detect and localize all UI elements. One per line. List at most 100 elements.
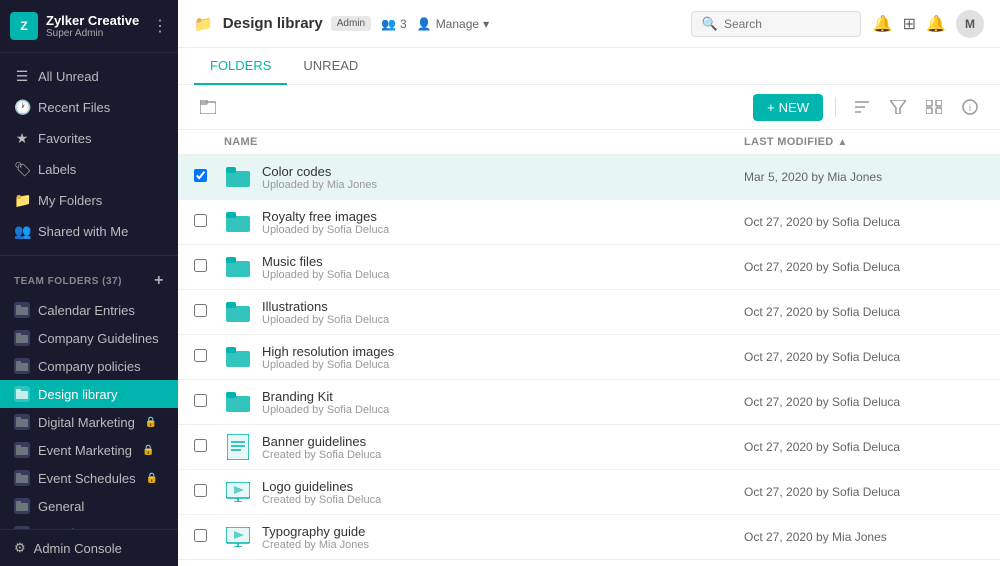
- team-folders-header: TEAM FOLDERS (37) +: [0, 266, 178, 296]
- folder-icon: [14, 330, 30, 346]
- modified-cell: Mar 5, 2020 by Mia Jones: [744, 170, 984, 184]
- file-sub: Created by Mia Jones: [262, 539, 369, 551]
- modified-cell: Oct 27, 2020 by Sofia Deluca: [744, 485, 984, 499]
- folder-icon: [224, 208, 252, 236]
- sidebar-item-label: Event Schedules: [38, 471, 136, 486]
- row-name-cell: High resolution images Uploaded by Sofia…: [224, 343, 744, 371]
- recent-files-icon: 🕐: [14, 99, 30, 116]
- table-row[interactable]: Branding Kit Uploaded by Sofia Deluca Oc…: [178, 380, 1000, 425]
- modified-cell: Oct 27, 2020 by Sofia Deluca: [744, 350, 984, 364]
- header-right: 🔍 🔔 ⊞ 🔔 M: [691, 10, 984, 38]
- modified-cell: Oct 27, 2020 by Mia Jones: [744, 530, 984, 544]
- search-input[interactable]: [724, 17, 850, 31]
- apps-icon[interactable]: ⊞: [903, 14, 916, 34]
- table-row[interactable]: Illustrations Uploaded by Sofia Deluca O…: [178, 290, 1000, 335]
- sidebar-item-event-schedules[interactable]: Event Schedules 🔒: [0, 464, 178, 492]
- table-row[interactable]: Music files Uploaded by Sofia Deluca Oct…: [178, 245, 1000, 290]
- favorites-icon: ★: [14, 130, 30, 147]
- row-checkbox[interactable]: [194, 529, 224, 545]
- sidebar-item-general[interactable]: General: [0, 492, 178, 520]
- main-content: 📁 Design library Admin 👥 3 👤 Manage ▾ 🔍 …: [178, 0, 1000, 566]
- table-row[interactable]: Royalty free images Uploaded by Sofia De…: [178, 200, 1000, 245]
- file-info: Illustrations Uploaded by Sofia Deluca: [262, 299, 389, 326]
- chevron-down-icon: ▾: [483, 17, 489, 31]
- lock-icon: 🔒: [145, 417, 157, 428]
- info-icon[interactable]: i: [956, 93, 984, 121]
- sidebar-item-shared[interactable]: 👥 Shared with Me: [0, 216, 178, 247]
- sidebar-item-label: Recent Files: [38, 100, 110, 115]
- sidebar-item-hr[interactable]: HR 🔒: [0, 520, 178, 529]
- shared-icon: 👥: [14, 223, 30, 240]
- tab-unread[interactable]: UNREAD: [287, 48, 374, 85]
- file-info: High resolution images Uploaded by Sofia…: [262, 344, 394, 371]
- row-checkbox[interactable]: [194, 349, 224, 365]
- sidebar-item-favorites[interactable]: ★ Favorites: [0, 123, 178, 154]
- sidebar-item-company-guidelines[interactable]: Company Guidelines: [0, 324, 178, 352]
- team-folders-label: TEAM FOLDERS (37): [14, 276, 122, 287]
- main-header: 📁 Design library Admin 👥 3 👤 Manage ▾ 🔍 …: [178, 0, 1000, 48]
- sidebar-item-all-unread[interactable]: ☰ All Unread: [0, 61, 178, 92]
- all-unread-icon: ☰: [14, 68, 30, 85]
- row-checkbox[interactable]: [194, 394, 224, 410]
- admin-console-link[interactable]: ⚙ Admin Console: [0, 529, 178, 566]
- org-name: Zylker Creative: [46, 13, 139, 29]
- folder-icon: [14, 358, 30, 374]
- row-checkbox[interactable]: [194, 169, 224, 185]
- row-checkbox[interactable]: [194, 304, 224, 320]
- file-sub: Uploaded by Sofia Deluca: [262, 359, 394, 371]
- name-column-header: NAME: [224, 136, 744, 148]
- members-count: 3: [400, 17, 407, 31]
- notifications-icon[interactable]: 🔔: [873, 14, 893, 34]
- sidebar-item-event-marketing[interactable]: Event Marketing 🔒: [0, 436, 178, 464]
- sidebar-item-recent-files[interactable]: 🕐 Recent Files: [0, 92, 178, 123]
- table-row[interactable]: Logo guidelines Created by Sofia Deluca …: [178, 470, 1000, 515]
- table-row[interactable]: How to create a Brand Style Guide Create…: [178, 560, 1000, 566]
- folder-icon: 📁: [194, 15, 213, 33]
- sidebar-item-design-library[interactable]: Design library: [0, 380, 178, 408]
- toolbar: + NEW: [178, 85, 1000, 130]
- sidebar-item-company-policies[interactable]: Company policies: [0, 352, 178, 380]
- table-row[interactable]: Typography guide Created by Mia Jones Oc…: [178, 515, 1000, 560]
- filter-icon[interactable]: [884, 93, 912, 121]
- new-button[interactable]: + NEW: [753, 94, 823, 121]
- file-name: Banner guidelines: [262, 434, 381, 449]
- sidebar-nav: ☰ All Unread 🕐 Recent Files ★ Favorites …: [0, 53, 178, 256]
- search-box[interactable]: 🔍: [691, 11, 861, 37]
- row-name-cell: Music files Uploaded by Sofia Deluca: [224, 253, 744, 281]
- presentation-icon: [224, 478, 252, 506]
- tab-folders[interactable]: FOLDERS: [194, 48, 287, 85]
- sidebar-item-calendar-entries[interactable]: Calendar Entries: [0, 296, 178, 324]
- sidebar-item-my-folders[interactable]: 📁 My Folders: [0, 185, 178, 216]
- file-name: Color codes: [262, 164, 377, 179]
- file-sub: Uploaded by Sofia Deluca: [262, 224, 389, 236]
- sidebar-item-label: All Unread: [38, 69, 99, 84]
- alerts-icon[interactable]: 🔔: [926, 14, 946, 34]
- row-checkbox[interactable]: [194, 259, 224, 275]
- sort-icon[interactable]: [848, 93, 876, 121]
- folder-icon: [224, 253, 252, 281]
- table-row[interactable]: Color codes Uploaded by Mia Jones Mar 5,…: [178, 155, 1000, 200]
- row-checkbox[interactable]: [194, 484, 224, 500]
- toolbar-left: [194, 93, 222, 121]
- sidebar-item-label: Company Guidelines: [38, 331, 159, 346]
- user-avatar[interactable]: M: [956, 10, 984, 38]
- folder-view-icon[interactable]: [194, 93, 222, 121]
- row-checkbox[interactable]: [194, 439, 224, 455]
- tabs-bar: FOLDERS UNREAD: [178, 48, 1000, 85]
- file-sub: Uploaded by Sofia Deluca: [262, 314, 389, 326]
- table-row[interactable]: High resolution images Uploaded by Sofia…: [178, 335, 1000, 380]
- add-team-folder-button[interactable]: +: [154, 272, 164, 290]
- more-options-icon[interactable]: ⋮: [152, 16, 168, 36]
- manage-button[interactable]: 👤 Manage ▾: [417, 17, 489, 31]
- page-title: Design library Admin: [223, 15, 371, 32]
- modified-cell: Oct 27, 2020 by Sofia Deluca: [744, 260, 984, 274]
- divider: [835, 97, 836, 117]
- table-row[interactable]: Banner guidelines Created by Sofia Deluc…: [178, 425, 1000, 470]
- view-toggle-icon[interactable]: [920, 93, 948, 121]
- sidebar-item-label: Shared with Me: [38, 224, 128, 239]
- row-name-cell: Banner guidelines Created by Sofia Deluc…: [224, 433, 744, 461]
- folder-icon: [224, 163, 252, 191]
- sidebar-item-labels[interactable]: 🏷 Labels: [0, 154, 178, 185]
- row-checkbox[interactable]: [194, 214, 224, 230]
- sidebar-item-digital-marketing[interactable]: Digital Marketing 🔒: [0, 408, 178, 436]
